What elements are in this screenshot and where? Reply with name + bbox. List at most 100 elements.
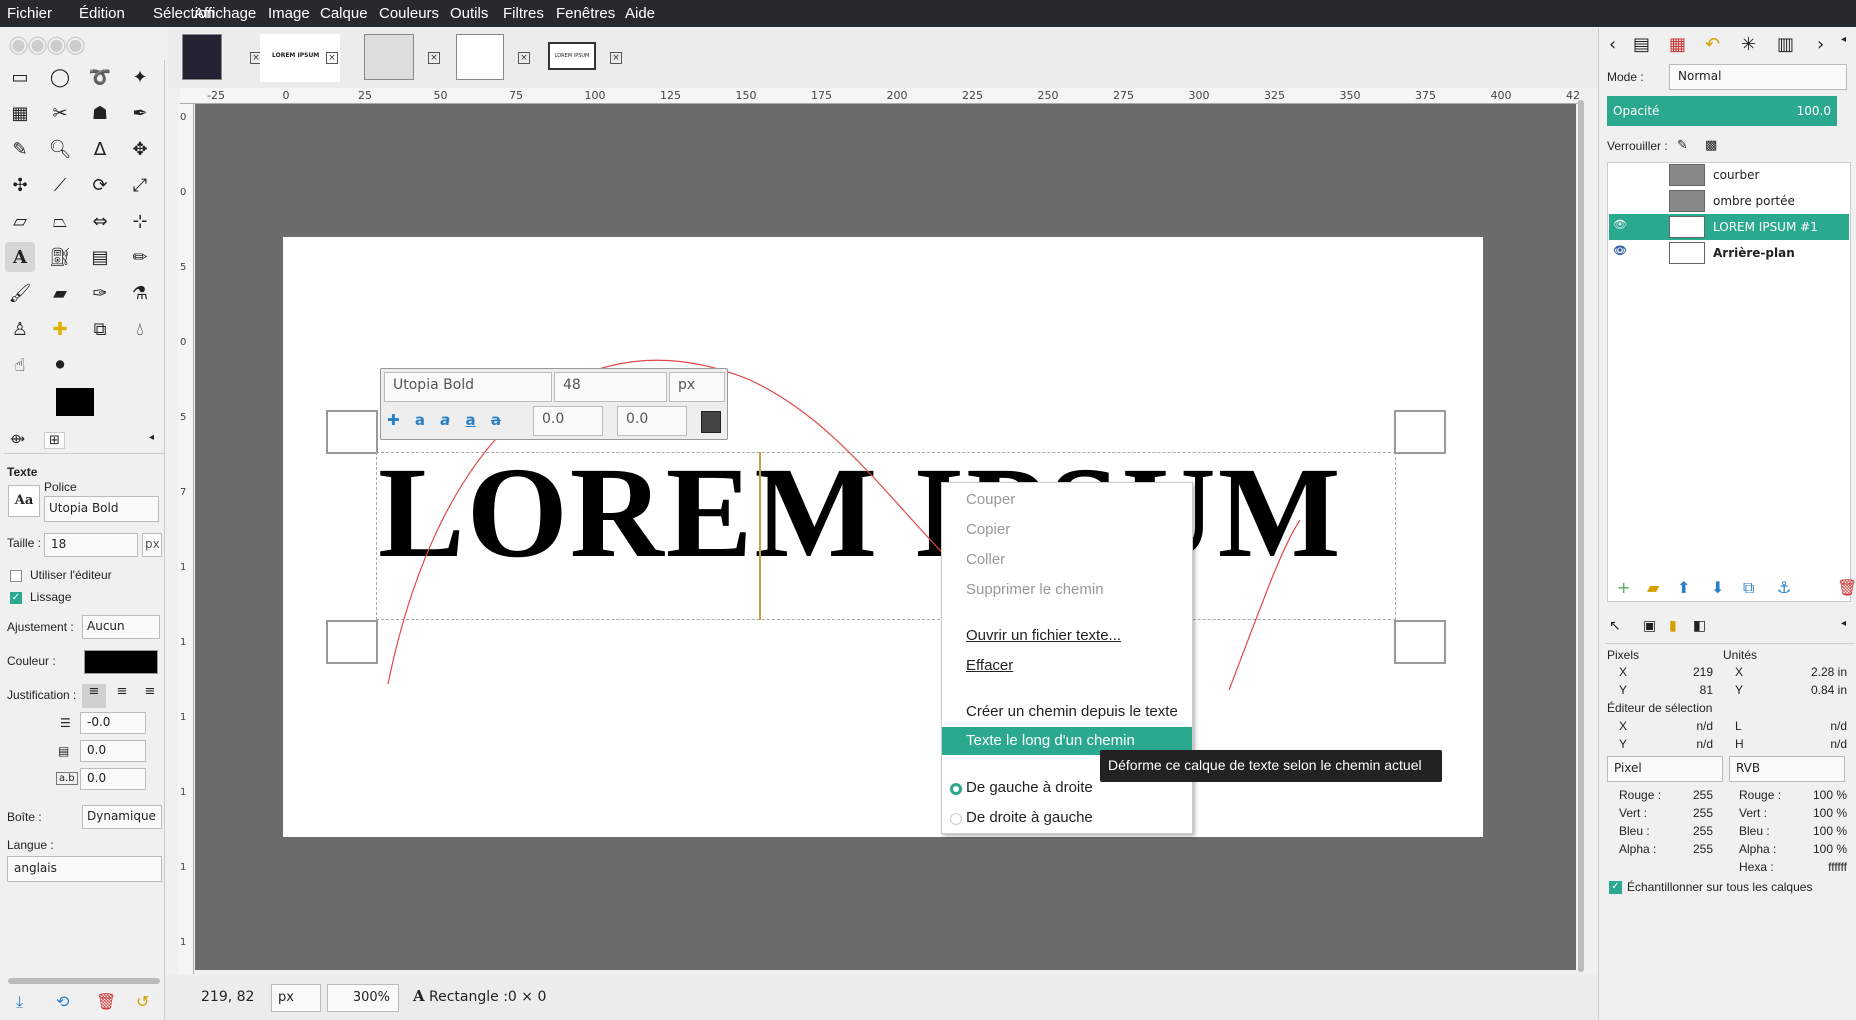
size-unit[interactable]: px — [142, 533, 162, 557]
line-spacing-input[interactable]: 0.0 — [80, 740, 146, 762]
toolbar-color-swatch[interactable] — [701, 411, 721, 433]
gradient-icon[interactable]: ▤ — [85, 242, 115, 272]
layer-row[interactable]: courber — [1609, 162, 1849, 188]
free-select-icon[interactable]: ➰ — [85, 62, 115, 92]
justify-left-icon[interactable]: ≡ — [82, 684, 106, 708]
menu-fichier[interactable]: Fichier — [7, 5, 52, 22]
transform-handle[interactable] — [1394, 410, 1446, 454]
scroll-left-icon[interactable]: ‹ — [1609, 34, 1616, 55]
layer-row[interactable]: 👁︎ LOREM IPSUM #1 — [1609, 214, 1849, 240]
perspective-icon[interactable]: ⏢ — [45, 206, 75, 236]
pencil-icon[interactable]: ✏ — [125, 242, 155, 272]
fuzzy-select-icon[interactable]: ✦ — [125, 62, 155, 92]
heal-icon[interactable]: ✚ — [45, 314, 75, 344]
box-dropdown[interactable]: Dynamique — [82, 805, 162, 829]
color-select-icon[interactable]: ▦ — [5, 98, 35, 128]
menu-affichage[interactable]: Affichage — [194, 5, 256, 22]
undo-history-tab-icon[interactable]: ↶ — [1705, 34, 1720, 55]
layer-row[interactable]: ombre portée — [1609, 188, 1849, 214]
menu-item-paste[interactable]: Coller — [966, 551, 1005, 568]
menu-outils[interactable]: Outils — [450, 5, 488, 22]
menu-item-path-from-text[interactable]: Créer un chemin depuis le texte — [966, 703, 1178, 720]
histogram-tab-icon[interactable]: ▣ — [1643, 618, 1656, 634]
font-preview-icon[interactable]: Aa — [8, 485, 40, 517]
justify-right-icon[interactable]: ≡ — [110, 684, 134, 708]
scrollbar[interactable] — [8, 978, 160, 984]
color-picker-icon[interactable]: ✎ — [5, 134, 35, 164]
scale-icon[interactable]: ⤢ — [125, 170, 155, 200]
status-unit-dropdown[interactable]: px — [271, 984, 321, 1012]
dodge-burn-icon[interactable]: ⚫ — [45, 350, 75, 380]
clear-style-icon[interactable]: ✚ — [387, 411, 400, 429]
scroll-right-icon[interactable]: › — [1817, 34, 1824, 55]
panel-menu-icon[interactable]: ◂ — [1841, 34, 1846, 45]
cage-icon[interactable]: ⊹ — [125, 206, 155, 236]
visibility-eye-icon[interactable]: 👁︎ — [1613, 218, 1627, 231]
zoom-dropdown[interactable]: 300% — [327, 984, 399, 1012]
save-options-icon[interactable]: ⤓ — [16, 992, 23, 1012]
menu-edition[interactable]: Édition — [79, 5, 125, 22]
antialias-checkbox[interactable]: ✓ — [10, 592, 22, 604]
transform-handle[interactable] — [1394, 620, 1446, 664]
palette-tab-icon[interactable]: ▮ — [1669, 618, 1677, 634]
restore-options-icon[interactable]: ⟲ — [56, 992, 69, 1011]
vertical-scrollbar[interactable] — [1578, 100, 1584, 972]
toolbar-size-input[interactable]: 48 — [554, 372, 667, 402]
image-tab-2[interactable]: LOREM IPSUM × — [260, 34, 340, 82]
zoom-icon[interactable]: 🔍︎ — [45, 134, 75, 164]
rtl-radio[interactable] — [950, 813, 962, 825]
pointer-tab-icon[interactable]: ↖ — [1609, 618, 1621, 634]
kerning-input[interactable]: 0.0 — [617, 406, 687, 436]
rect-select-icon[interactable]: ▭ — [5, 62, 35, 92]
indent-input[interactable]: -0.0 — [80, 712, 146, 734]
gradient-tab-icon[interactable]: ◧ — [1693, 618, 1706, 634]
letter-spacing-input[interactable]: 0.0 — [80, 768, 146, 790]
lock-pixels-icon[interactable]: ✎ — [1677, 138, 1688, 153]
strikethrough-icon[interactable]: a — [491, 411, 501, 429]
visibility-eye-icon[interactable]: 👁︎ — [1613, 244, 1627, 257]
lower-layer-icon[interactable]: ⬇ — [1711, 578, 1724, 597]
bucket-fill-icon[interactable]: ⛽︎ — [45, 242, 75, 272]
ink-icon[interactable]: ⚗ — [125, 278, 155, 308]
text-tool-icon[interactable]: A — [5, 242, 35, 272]
menu-item-cut[interactable]: Couper — [966, 491, 1015, 508]
menu-item-delete-path[interactable]: Supprimer le chemin — [966, 581, 1104, 598]
gradients-tab-icon[interactable]: ▥ — [1777, 34, 1794, 55]
flip-icon[interactable]: ⇔ — [85, 206, 115, 236]
justify-center-icon[interactable]: ≡ — [138, 684, 162, 708]
mode-dropdown[interactable]: Normal — [1669, 64, 1847, 90]
font-input[interactable]: Utopia Bold — [44, 496, 159, 522]
align-icon[interactable]: ✣ — [5, 170, 35, 200]
ltr-radio[interactable] — [950, 783, 962, 795]
scissors-icon[interactable]: ✂ — [45, 98, 75, 128]
bold-icon[interactable]: a — [415, 411, 425, 429]
duplicate-layer-icon[interactable]: ⧉ — [1743, 578, 1754, 598]
shear-icon[interactable]: ▱ — [5, 206, 35, 236]
lock-alpha-icon[interactable]: ▩ — [1705, 138, 1717, 153]
measure-icon[interactable]: ∆ — [85, 134, 115, 164]
channels-tab-icon[interactable]: ▦ — [1669, 34, 1686, 55]
move-icon[interactable]: ✥ — [125, 134, 155, 164]
size-input[interactable]: 18 — [44, 533, 138, 557]
rotate-icon[interactable]: ⟳ — [85, 170, 115, 200]
eraser-icon[interactable]: ▰ — [45, 278, 75, 308]
raise-layer-icon[interactable]: ⬆ — [1677, 578, 1690, 597]
hinting-dropdown[interactable]: Aucun — [82, 615, 160, 639]
delete-layer-icon[interactable]: 🗑︎ — [1837, 578, 1856, 597]
paths-tab-icon[interactable]: ✳ — [1741, 34, 1756, 55]
italic-icon[interactable]: a — [440, 411, 450, 429]
menu-item-rtl[interactable]: De droite à gauche — [966, 809, 1093, 826]
menu-item-clear[interactable]: Effacer — [966, 657, 1013, 674]
foreground-select-icon[interactable]: ☗ — [85, 98, 115, 128]
menu-item-open-text-file[interactable]: Ouvrir un fichier texte... — [966, 627, 1121, 644]
device-status-tab-icon[interactable]: ⊞ — [44, 432, 65, 449]
menu-item-copy[interactable]: Copier — [966, 521, 1010, 538]
use-editor-checkbox[interactable] — [10, 570, 22, 582]
toolbar-unit-dropdown[interactable]: px — [669, 372, 725, 402]
new-group-icon[interactable]: ▰ — [1647, 578, 1659, 597]
ellipse-select-icon[interactable]: ◯ — [45, 62, 75, 92]
transform-icon[interactable]: ⟋ — [45, 170, 75, 200]
delete-options-icon[interactable]: 🗑︎ — [96, 992, 116, 1011]
language-input[interactable]: anglais — [7, 856, 162, 882]
paintbrush-icon[interactable]: 🖌︎ — [5, 278, 35, 308]
